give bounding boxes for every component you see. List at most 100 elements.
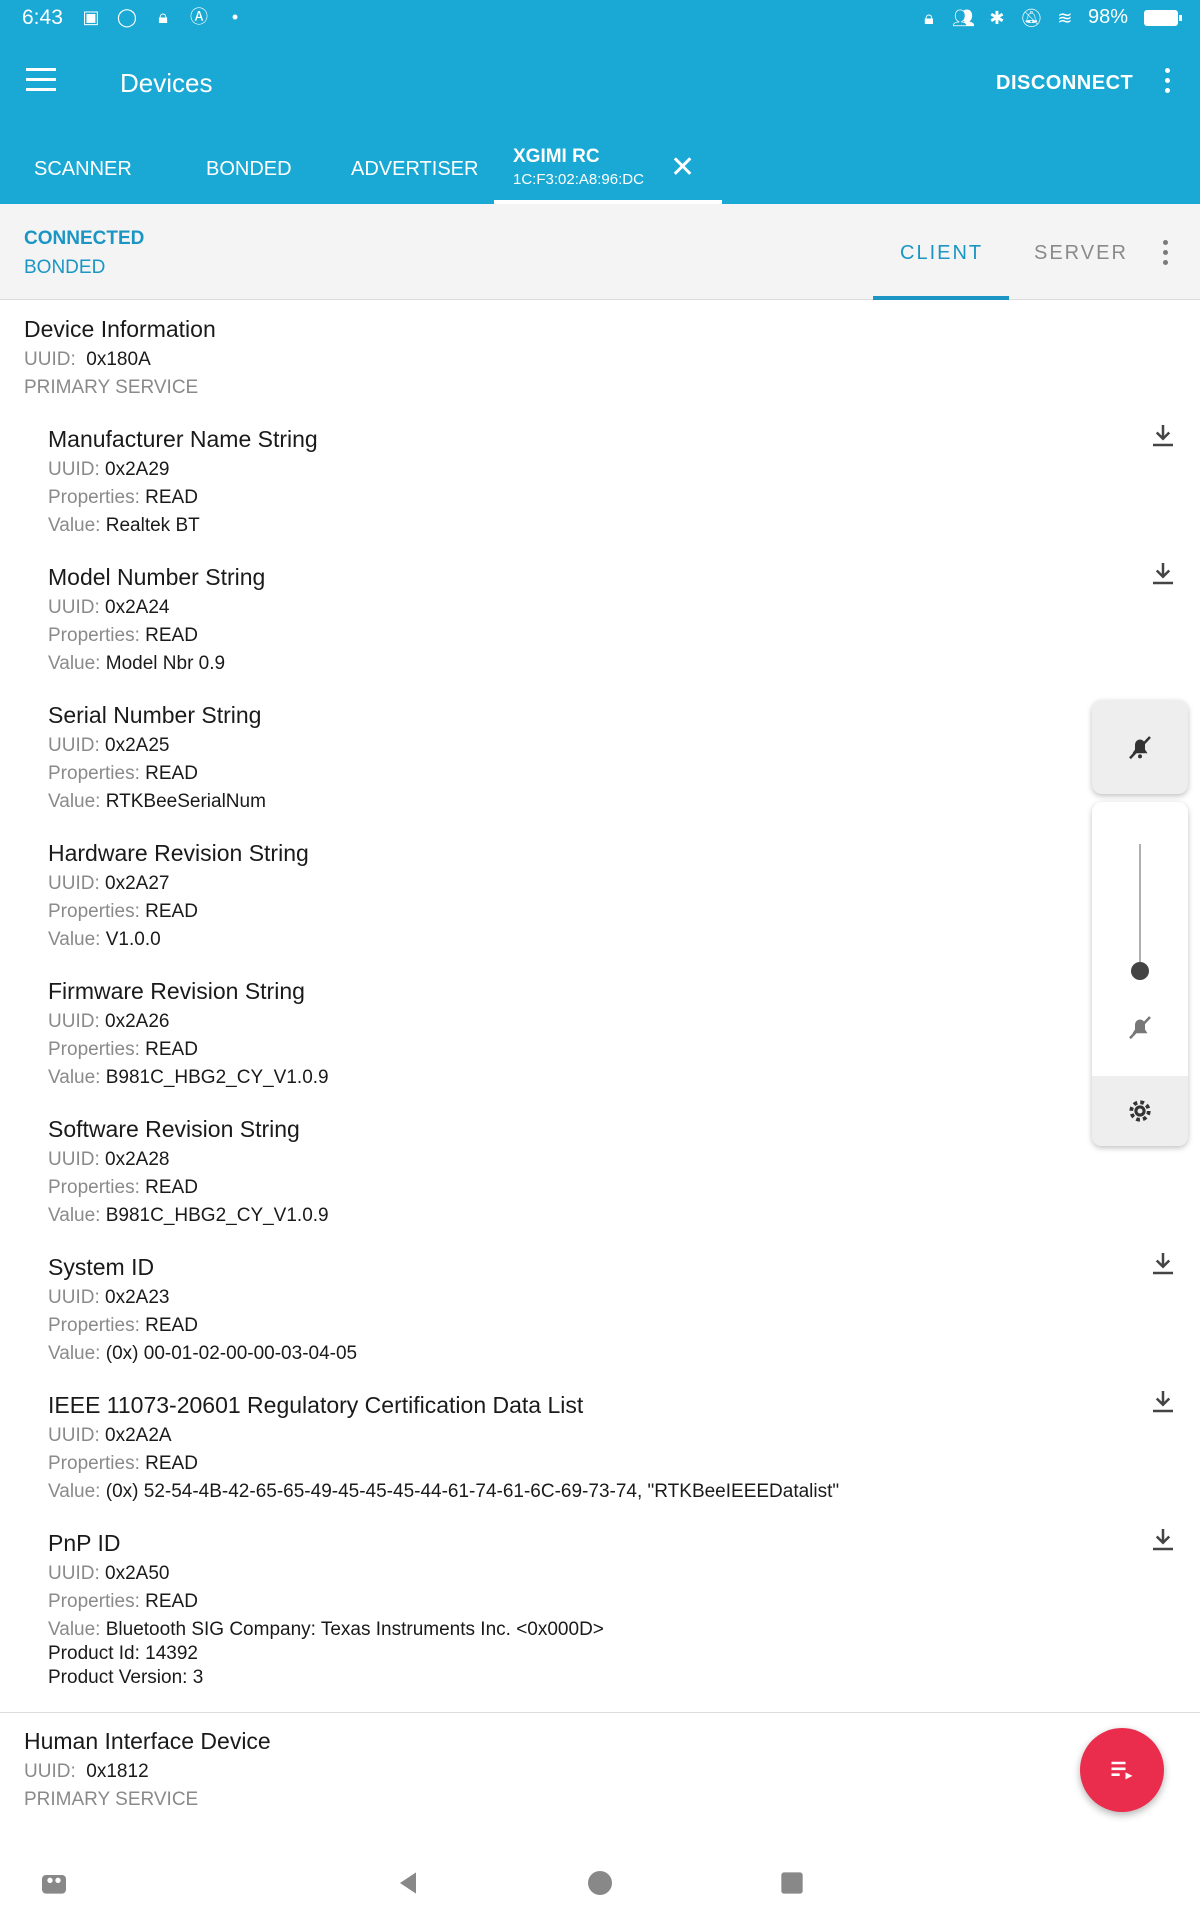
volume-panel [1092, 802, 1188, 1146]
navigation-bar [0, 1845, 1200, 1920]
characteristic-uuid: UUID: 0x2A25 [48, 735, 170, 756]
app-bar: Devices DISCONNECT [0, 38, 1200, 126]
recents-icon[interactable] [776, 1867, 808, 1899]
characteristic-value: Value: Bluetooth SIG Company: Texas Inst… [48, 1619, 604, 1640]
characteristic-uuid: UUID: 0x2A2A [48, 1425, 172, 1446]
services-list[interactable]: Device Information UUID: 0x180A PRIMARY … [0, 300, 1200, 1845]
characteristic-uuid: UUID: 0x2A28 [48, 1149, 170, 1170]
vpn-lock-icon: 🔒︎ [924, 7, 934, 28]
accessibility-icon[interactable] [38, 1867, 70, 1899]
close-tab-icon[interactable]: ✕ [670, 150, 695, 185]
service-item[interactable]: Human Interface Device UUID: 0x1812 PRIM… [24, 1728, 271, 1811]
characteristic-value: Value: Realtek BT [48, 515, 200, 536]
more-options-icon[interactable] [1157, 68, 1177, 98]
bluetooth-icon: ✱ [989, 7, 1005, 28]
characteristic-uuid: UUID: 0x2A23 [48, 1287, 170, 1308]
characteristic-item[interactable]: System ID UUID: 0x2A23 Properties: READ … [48, 1254, 1098, 1365]
characteristic-value: Value: V1.0.0 [48, 929, 161, 950]
characteristic-value: Value: (0x) 00-01-02-00-00-03-04-05 [48, 1343, 358, 1364]
characteristic-value: Value: (0x) 52-54-4B-42-65-65-49-45-45-4… [48, 1481, 840, 1502]
characteristic-item[interactable]: Model Number String UUID: 0x2A24 Propert… [48, 564, 1098, 675]
bell-off-icon: 🔕︎ [1019, 7, 1043, 28]
characteristic-item[interactable]: PnP ID UUID: 0x2A50 Properties: READ Val… [48, 1530, 1098, 1689]
characteristic-name: Software Revision String [48, 1116, 300, 1142]
home-icon[interactable] [584, 1867, 616, 1899]
wifi-icon: ≋ [1057, 7, 1073, 28]
volume-slider-thumb[interactable] [1131, 962, 1149, 980]
service-uuid: UUID: 0x180A [24, 349, 151, 370]
characteristic-properties: Properties: READ [48, 625, 198, 646]
characteristic-uuid: UUID: 0x2A29 [48, 459, 170, 480]
characteristic-value: Value: RTKBeeSerialNum [48, 791, 266, 812]
log-fab-button[interactable] [1080, 1728, 1164, 1812]
read-download-icon[interactable] [1148, 1248, 1178, 1278]
characteristic-value: Value: B981C_HBG2_CY_V1.0.9 [48, 1205, 329, 1226]
characteristic-value-line: Product Version: 3 [48, 1667, 204, 1688]
menu-icon[interactable] [26, 68, 58, 94]
characteristic-item[interactable]: Hardware Revision String UUID: 0x2A27 Pr… [48, 840, 1098, 951]
image-icon: ▣ [82, 7, 100, 27]
connection-more-icon[interactable] [1155, 240, 1175, 270]
characteristic-uuid: UUID: 0x2A26 [48, 1011, 170, 1032]
server-tab[interactable]: SERVER [1034, 242, 1128, 265]
service-divider [0, 1712, 1200, 1713]
characteristic-item[interactable]: Firmware Revision String UUID: 0x2A26 Pr… [48, 978, 1098, 1089]
characteristic-item[interactable]: Software Revision String UUID: 0x2A28 Pr… [48, 1116, 1098, 1227]
read-download-icon[interactable] [1148, 558, 1178, 588]
page-title: Devices [120, 68, 213, 98]
characteristic-item[interactable]: IEEE 11073-20601 Regulatory Certificatio… [48, 1392, 1098, 1503]
circle-icon: ◯ [116, 7, 138, 27]
characteristic-value-line: Product Id: 14392 [48, 1643, 198, 1664]
device-tab-address: 1C:F3:02:A8:96:DC [513, 171, 644, 188]
disconnect-button[interactable]: DISCONNECT [996, 72, 1133, 95]
connection-bar: CONNECTED BONDED CLIENT SERVER [0, 204, 1200, 300]
connection-status: CONNECTED [24, 228, 145, 249]
characteristic-uuid: UUID: 0x2A24 [48, 597, 170, 618]
read-download-icon[interactable] [1148, 420, 1178, 450]
characteristic-item[interactable]: Manufacturer Name String UUID: 0x2A29 Pr… [48, 426, 1098, 537]
status-time: 6:43 [22, 6, 63, 29]
tab-device[interactable]: XGIMI RC 1C:F3:02:A8:96:DC [513, 146, 644, 188]
lock-icon: 🔒︎ [158, 7, 168, 27]
characteristic-name: Hardware Revision String [48, 840, 309, 866]
tab-bar: SCANNER BONDED ADVERTISER XGIMI RC 1C:F3… [0, 126, 1200, 204]
list-play-icon [1111, 1761, 1133, 1780]
client-tab[interactable]: CLIENT [900, 242, 983, 265]
characteristic-name: Firmware Revision String [48, 978, 305, 1004]
characteristic-properties: Properties: READ [48, 1591, 198, 1612]
device-tab-name: XGIMI RC [513, 146, 600, 167]
characteristic-item[interactable]: Serial Number String UUID: 0x2A25 Proper… [48, 702, 1098, 813]
status-left-icons: ▣ ◯ 🔒︎ Ⓐ • [80, 6, 246, 28]
back-icon[interactable] [392, 1867, 424, 1899]
characteristic-value: Value: Model Nbr 0.9 [48, 653, 226, 674]
characteristic-uuid: UUID: 0x2A27 [48, 873, 170, 894]
characteristic-properties: Properties: READ [48, 1177, 198, 1198]
gear-icon[interactable] [1125, 1096, 1155, 1126]
characteristic-uuid: UUID: 0x2A50 [48, 1563, 170, 1584]
service-item[interactable]: Device Information UUID: 0x180A PRIMARY … [24, 316, 216, 399]
characteristic-name: Manufacturer Name String [48, 426, 318, 452]
bond-status: BONDED [24, 257, 106, 278]
characteristic-properties: Properties: READ [48, 1453, 198, 1474]
tab-scanner[interactable]: SCANNER [34, 158, 132, 181]
characteristic-name: PnP ID [48, 1530, 121, 1556]
tab-advertiser[interactable]: ADVERTISER [351, 158, 478, 181]
read-download-icon[interactable] [1148, 1386, 1178, 1416]
people-icon: 👥︎ [951, 7, 975, 28]
service-type: PRIMARY SERVICE [24, 1789, 199, 1810]
battery-icon [1144, 9, 1182, 26]
bell-off-icon[interactable] [1125, 732, 1155, 762]
characteristic-name: Model Number String [48, 564, 266, 590]
characteristic-properties: Properties: READ [48, 901, 198, 922]
settings-area [1092, 1076, 1188, 1146]
characteristic-name: IEEE 11073-20601 Regulatory Certificatio… [48, 1392, 584, 1418]
characteristic-properties: Properties: READ [48, 763, 198, 784]
tab-bonded[interactable]: BONDED [206, 158, 292, 181]
volume-slider-track[interactable] [1139, 844, 1141, 974]
notification-off-icon[interactable] [1125, 1012, 1155, 1042]
read-download-icon[interactable] [1148, 1524, 1178, 1554]
characteristic-name: System ID [48, 1254, 155, 1280]
characteristic-properties: Properties: READ [48, 487, 198, 508]
service-name: Human Interface Device [24, 1728, 271, 1754]
characteristic-properties: Properties: READ [48, 1039, 198, 1060]
